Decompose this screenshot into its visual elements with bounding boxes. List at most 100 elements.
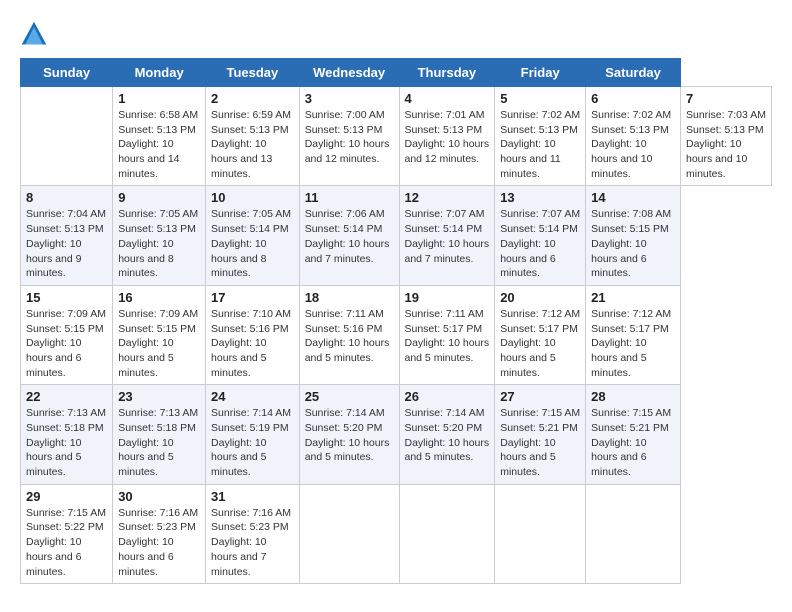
calendar-cell: 25 Sunrise: 7:14 AMSunset: 5:20 PMDayligh… — [299, 385, 399, 484]
day-number: 30 — [118, 489, 200, 504]
calendar-cell: 26Sunrise: 7:14 AMSunset: 5:20 PMDayligh… — [399, 385, 495, 484]
calendar-cell: 29 Sunrise: 7:15 AMSunset: 5:22 PMDayligh… — [21, 484, 113, 583]
day-number: 24 — [211, 389, 294, 404]
day-number: 2 — [211, 91, 294, 106]
day-info: Sunrise: 7:16 AMSunset: 5:23 PMDaylight:… — [118, 506, 200, 579]
calendar-cell: 19 Sunrise: 7:11 AMSunset: 5:17 PMDayligh… — [399, 285, 495, 384]
day-number: 3 — [305, 91, 394, 106]
calendar-table: SundayMondayTuesdayWednesdayThursdayFrid… — [20, 58, 772, 584]
day-info: Sunrise: 7:12 AMSunset: 5:17 PMDaylight:… — [500, 307, 580, 380]
calendar-cell: 9Sunrise: 7:05 AMSunset: 5:13 PMDaylight… — [113, 186, 206, 285]
day-info: Sunrise: 7:14 AMSunset: 5:20 PMDaylight:… — [305, 406, 394, 465]
day-info: Sunrise: 7:13 AMSunset: 5:18 PMDaylight:… — [118, 406, 200, 479]
calendar-cell: 10Sunrise: 7:05 AMSunset: 5:14 PMDayligh… — [206, 186, 300, 285]
logo-icon — [20, 20, 48, 48]
day-number: 10 — [211, 190, 294, 205]
day-info: Sunrise: 7:11 AMSunset: 5:17 PMDaylight:… — [405, 307, 490, 366]
calendar-cell: 14 Sunrise: 7:08 AMSunset: 5:15 PMDayligh… — [586, 186, 681, 285]
calendar-cell: 23 Sunrise: 7:13 AMSunset: 5:18 PMDayligh… — [113, 385, 206, 484]
calendar-cell — [21, 87, 113, 186]
day-number: 27 — [500, 389, 580, 404]
calendar-cell: 28 Sunrise: 7:15 AMSunset: 5:21 PMDayligh… — [586, 385, 681, 484]
day-info: Sunrise: 7:11 AMSunset: 5:16 PMDaylight:… — [305, 307, 394, 366]
day-number: 22 — [26, 389, 107, 404]
calendar-cell: 27 Sunrise: 7:15 AMSunset: 5:21 PMDayligh… — [495, 385, 586, 484]
day-number: 6 — [591, 91, 675, 106]
day-info: Sunrise: 7:16 AMSunset: 5:23 PMDaylight:… — [211, 506, 294, 579]
day-number: 1 — [118, 91, 200, 106]
day-of-week-header: Monday — [113, 59, 206, 87]
day-number: 31 — [211, 489, 294, 504]
calendar-cell: 3 Sunrise: 7:00 AMSunset: 5:13 PMDaylight… — [299, 87, 399, 186]
calendar-cell: 7 Sunrise: 7:03 AMSunset: 5:13 PMDaylight… — [680, 87, 771, 186]
day-number: 29 — [26, 489, 107, 504]
calendar-cell: 30 Sunrise: 7:16 AMSunset: 5:23 PMDayligh… — [113, 484, 206, 583]
calendar-cell: 12 Sunrise: 7:07 AMSunset: 5:14 PMDayligh… — [399, 186, 495, 285]
day-number: 15 — [26, 290, 107, 305]
day-info: Sunrise: 7:06 AMSunset: 5:14 PMDaylight:… — [305, 207, 394, 266]
day-number: 14 — [591, 190, 675, 205]
day-number: 23 — [118, 389, 200, 404]
calendar-cell: 1Sunrise: 6:58 AMSunset: 5:13 PMDaylight… — [113, 87, 206, 186]
calendar-cell: 18 Sunrise: 7:11 AMSunset: 5:16 PMDayligh… — [299, 285, 399, 384]
day-number: 18 — [305, 290, 394, 305]
day-info: Sunrise: 7:01 AMSunset: 5:13 PMDaylight:… — [405, 108, 490, 167]
calendar-cell: 15 Sunrise: 7:09 AMSunset: 5:15 PMDayligh… — [21, 285, 113, 384]
calendar-cell: 24 Sunrise: 7:14 AMSunset: 5:19 PMDayligh… — [206, 385, 300, 484]
calendar-cell: 17 Sunrise: 7:10 AMSunset: 5:16 PMDayligh… — [206, 285, 300, 384]
day-number: 5 — [500, 91, 580, 106]
day-info: Sunrise: 7:02 AMSunset: 5:13 PMDaylight:… — [591, 108, 675, 181]
day-number: 20 — [500, 290, 580, 305]
day-info: Sunrise: 7:14 AMSunset: 5:20 PMDaylight:… — [405, 406, 490, 465]
calendar-cell — [299, 484, 399, 583]
day-number: 9 — [118, 190, 200, 205]
day-number: 17 — [211, 290, 294, 305]
day-number: 8 — [26, 190, 107, 205]
day-info: Sunrise: 7:14 AMSunset: 5:19 PMDaylight:… — [211, 406, 294, 479]
calendar-cell: 22 Sunrise: 7:13 AMSunset: 5:18 PMDayligh… — [21, 385, 113, 484]
day-number: 11 — [305, 190, 394, 205]
day-number: 19 — [405, 290, 490, 305]
day-number: 21 — [591, 290, 675, 305]
day-number: 13 — [500, 190, 580, 205]
calendar-cell: 5Sunrise: 7:02 AMSunset: 5:13 PMDaylight… — [495, 87, 586, 186]
day-of-week-header: Thursday — [399, 59, 495, 87]
day-info: Sunrise: 7:07 AMSunset: 5:14 PMDaylight:… — [500, 207, 580, 280]
calendar-cell: 6 Sunrise: 7:02 AMSunset: 5:13 PMDaylight… — [586, 87, 681, 186]
day-number: 28 — [591, 389, 675, 404]
calendar-cell: 20 Sunrise: 7:12 AMSunset: 5:17 PMDayligh… — [495, 285, 586, 384]
day-number: 12 — [405, 190, 490, 205]
day-info: Sunrise: 7:00 AMSunset: 5:13 PMDaylight:… — [305, 108, 394, 167]
day-info: Sunrise: 7:10 AMSunset: 5:16 PMDaylight:… — [211, 307, 294, 380]
day-info: Sunrise: 7:15 AMSunset: 5:21 PMDaylight:… — [591, 406, 675, 479]
day-info: Sunrise: 7:07 AMSunset: 5:14 PMDaylight:… — [405, 207, 490, 266]
logo — [20, 20, 52, 48]
calendar-cell — [495, 484, 586, 583]
day-number: 4 — [405, 91, 490, 106]
day-info: Sunrise: 7:09 AMSunset: 5:15 PMDaylight:… — [118, 307, 200, 380]
day-info: Sunrise: 6:59 AMSunset: 5:13 PMDaylight:… — [211, 108, 294, 181]
day-info: Sunrise: 7:03 AMSunset: 5:13 PMDaylight:… — [686, 108, 766, 181]
day-info: Sunrise: 7:13 AMSunset: 5:18 PMDaylight:… — [26, 406, 107, 479]
day-of-week-header: Wednesday — [299, 59, 399, 87]
day-number: 25 — [305, 389, 394, 404]
calendar-cell — [586, 484, 681, 583]
calendar-cell: 8 Sunrise: 7:04 AMSunset: 5:13 PMDaylight… — [21, 186, 113, 285]
day-info: Sunrise: 7:09 AMSunset: 5:15 PMDaylight:… — [26, 307, 107, 380]
day-info: Sunrise: 7:15 AMSunset: 5:21 PMDaylight:… — [500, 406, 580, 479]
calendar-cell: 13 Sunrise: 7:07 AMSunset: 5:14 PMDayligh… — [495, 186, 586, 285]
calendar-cell: 31 Sunrise: 7:16 AMSunset: 5:23 PMDayligh… — [206, 484, 300, 583]
day-info: Sunrise: 7:15 AMSunset: 5:22 PMDaylight:… — [26, 506, 107, 579]
day-number: 16 — [118, 290, 200, 305]
calendar-cell: 16 Sunrise: 7:09 AMSunset: 5:15 PMDayligh… — [113, 285, 206, 384]
day-number: 7 — [686, 91, 766, 106]
calendar-cell — [399, 484, 495, 583]
page-header — [20, 20, 772, 48]
day-of-week-header: Sunday — [21, 59, 113, 87]
calendar-cell: 21Sunrise: 7:12 AMSunset: 5:17 PMDayligh… — [586, 285, 681, 384]
day-of-week-header: Saturday — [586, 59, 681, 87]
day-info: Sunrise: 7:08 AMSunset: 5:15 PMDaylight:… — [591, 207, 675, 280]
calendar-cell: 2 Sunrise: 6:59 AMSunset: 5:13 PMDaylight… — [206, 87, 300, 186]
calendar-cell: 11 Sunrise: 7:06 AMSunset: 5:14 PMDayligh… — [299, 186, 399, 285]
day-info: Sunrise: 7:04 AMSunset: 5:13 PMDaylight:… — [26, 207, 107, 280]
